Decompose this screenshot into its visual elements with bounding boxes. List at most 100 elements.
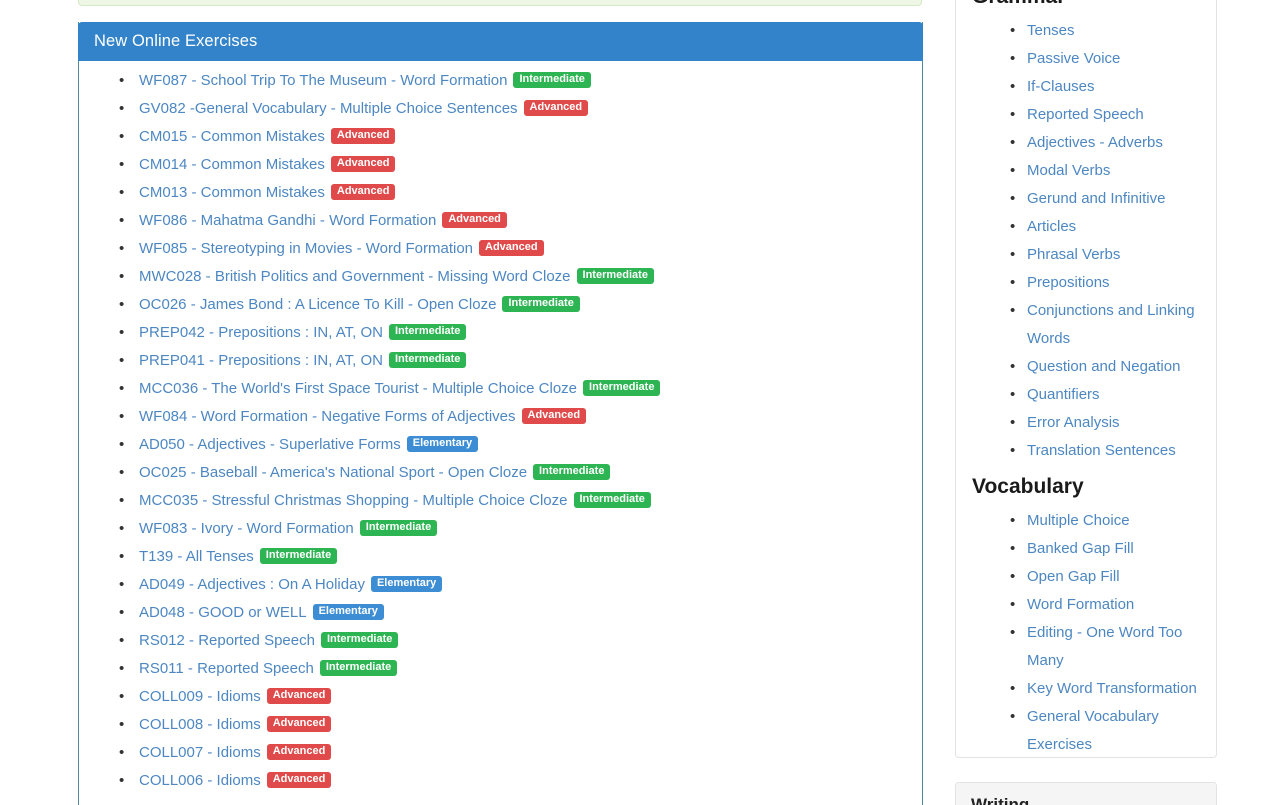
exercise-link[interactable]: CM013 - Common Mistakes [139,184,325,201]
level-badge: Intermediate [389,352,466,368]
categories-panel: Grammar Tenses Passive Voice If-Clauses Rep… [955,0,1217,758]
list-item: Error Analysis [1012,409,1200,437]
exercise-link[interactable]: WF085 - Stereotyping in Movies - Word Fo… [139,240,473,257]
exercise-link[interactable]: OC025 - Baseball - America's National Sp… [139,464,527,481]
list-item: Tenses [1012,17,1200,45]
exercise-link[interactable]: RS011 - Reported Speech [139,660,314,677]
list-item: WF086 - Mahatma Gandhi - Word Formation A… [119,207,922,235]
sidebar-link[interactable]: Multiple Choice [1027,512,1130,529]
exercise-link[interactable]: COLL007 - Idioms [139,744,261,761]
list-item: Modal Verbs [1012,157,1200,185]
exercise-link[interactable]: WF083 - Ivory - Word Formation [139,520,354,537]
level-badge: Intermediate [577,268,654,284]
sidebar-link[interactable]: Gerund and Infinitive [1027,190,1165,207]
new-exercises-card: WF087 - School Trip To The Museum - Word… [78,22,923,805]
list-item: Editing - One Word Too Many [1012,619,1200,675]
vocabulary-heading: Vocabulary [972,473,1200,501]
list-item: T139 - All TensesIntermediate [119,543,922,571]
level-badge: Intermediate [502,296,579,312]
level-badge: Advanced [267,716,332,732]
exercise-link[interactable]: WF087 - School Trip To The Museum - Word… [139,72,507,89]
sidebar-link[interactable]: Banked Gap Fill [1027,540,1134,557]
level-badge: Advanced [267,744,332,760]
exercise-link[interactable]: COLL009 - Idioms [139,688,261,705]
sidebar-link[interactable]: Conjunctions and Linking Words [1027,302,1195,347]
list-item: Banked Gap Fill [1012,535,1200,563]
level-badge: Intermediate [513,72,590,88]
list-item: WF085 - Stereotyping in Movies - Word Fo… [119,235,922,263]
level-badge: Elementary [313,604,384,620]
exercise-link[interactable]: GV082 -General Vocabulary - Multiple Cho… [139,100,518,117]
exercise-link[interactable]: MCC036 - The World's First Space Tourist… [139,380,577,397]
sidebar-link[interactable]: Question and Negation [1027,358,1180,375]
exercise-link[interactable]: WF086 - Mahatma Gandhi - Word Formation [139,212,436,229]
sidebar-link[interactable]: Error Analysis [1027,414,1120,431]
exercise-link[interactable]: OC026 - James Bond : A Licence To Kill -… [139,296,496,313]
page-root: WF087 - School Trip To The Museum - Word… [0,0,1268,805]
exercise-list: WF087 - School Trip To The Museum - Word… [79,67,922,795]
level-badge: Advanced [479,240,544,256]
exercise-link[interactable]: T139 - All Tenses [139,548,254,565]
exercise-link[interactable]: COLL006 - Idioms [139,772,261,789]
exercise-link[interactable]: RS012 - Reported Speech [139,632,315,649]
sidebar-link[interactable]: Prepositions [1027,274,1110,291]
sidebar-link[interactable]: Modal Verbs [1027,162,1110,179]
sidebar-link[interactable]: Passive Voice [1027,50,1120,67]
exercise-link[interactable]: AD048 - GOOD or WELL [139,604,307,621]
sidebar-link[interactable]: Tenses [1027,22,1075,39]
exercise-link[interactable]: PREP042 - Prepositions : IN, AT, ON [139,324,383,341]
sidebar-link[interactable]: Editing - One Word Too Many [1027,624,1182,669]
list-item: COLL007 - Idioms Advanced [119,739,922,767]
list-item: Word Formation [1012,591,1200,619]
grammar-list: Tenses Passive Voice If-Clauses Reported Sp… [972,17,1200,465]
level-badge: Advanced [442,212,507,228]
exercise-link[interactable]: CM014 - Common Mistakes [139,156,325,173]
list-item: Conjunctions and Linking Words [1012,297,1200,353]
list-item: PREP042 - Prepositions : IN, AT, ONInter… [119,319,922,347]
list-item: General Vocabulary Exercises [1012,703,1200,759]
sidebar-link[interactable]: General Vocabulary Exercises [1027,708,1159,753]
level-badge: Elementary [371,576,442,592]
sidebar-link[interactable]: If-Clauses [1027,78,1095,95]
list-item: Reported Speech [1012,101,1200,129]
exercise-link[interactable]: MWC028 - British Politics and Government… [139,268,571,285]
grammar-heading: Grammar [972,0,1200,11]
exercise-link[interactable]: CM015 - Common Mistakes [139,128,325,145]
list-item: GV082 -General Vocabulary - Multiple Cho… [119,95,922,123]
level-badge: Advanced [522,408,587,424]
list-item: WF083 - Ivory - Word FormationIntermedia… [119,515,922,543]
list-item: Open Gap Fill [1012,563,1200,591]
level-badge: Elementary [407,436,478,452]
list-item: Key Word Transformation [1012,675,1200,703]
sidebar-link[interactable]: Reported Speech [1027,106,1144,123]
level-badge: Advanced [267,772,332,788]
list-item: CM014 - Common MistakesAdvanced [119,151,922,179]
list-item: MCC036 - The World's First Space Tourist… [119,375,922,403]
list-item: CM015 - Common MistakesAdvanced [119,123,922,151]
exercise-link[interactable]: MCC035 - Stressful Christmas Shopping - … [139,492,568,509]
sidebar-link[interactable]: Quantifiers [1027,386,1100,403]
list-item: RS012 - Reported SpeechIntermediate [119,627,922,655]
sidebar-link[interactable]: Articles [1027,218,1076,235]
list-item: Question and Negation [1012,353,1200,381]
level-badge: Advanced [267,688,332,704]
exercise-link[interactable]: PREP041 - Prepositions : IN, AT, ON [139,352,383,369]
level-badge: Advanced [331,184,396,200]
vocabulary-list: Multiple Choice Banked Gap Fill Open Gap F… [972,507,1200,759]
sidebar-link[interactable]: Phrasal Verbs [1027,246,1120,263]
exercise-link[interactable]: AD050 - Adjectives - Superlative Forms [139,436,401,453]
exercise-link[interactable]: WF084 - Word Formation - Negative Forms … [139,408,516,425]
level-badge: Advanced [524,100,589,116]
list-item: MWC028 - British Politics and Government… [119,263,922,291]
list-item: AD048 - GOOD or WELL Elementary [119,599,922,627]
sidebar-link[interactable]: Open Gap Fill [1027,568,1120,585]
exercise-link[interactable]: AD049 - Adjectives : On A Holiday [139,576,365,593]
sidebar-link[interactable]: Adjectives - Adverbs [1027,134,1163,151]
exercise-link[interactable]: COLL008 - Idioms [139,716,261,733]
sidebar-link[interactable]: Translation Sentences [1027,442,1176,459]
new-exercises-card-header: New Online Exercises [78,22,923,61]
list-item: Adjectives - Adverbs [1012,129,1200,157]
sidebar-link[interactable]: Key Word Transformation [1027,680,1197,697]
sidebar-link[interactable]: Word Formation [1027,596,1134,613]
level-badge: Intermediate [320,660,397,676]
